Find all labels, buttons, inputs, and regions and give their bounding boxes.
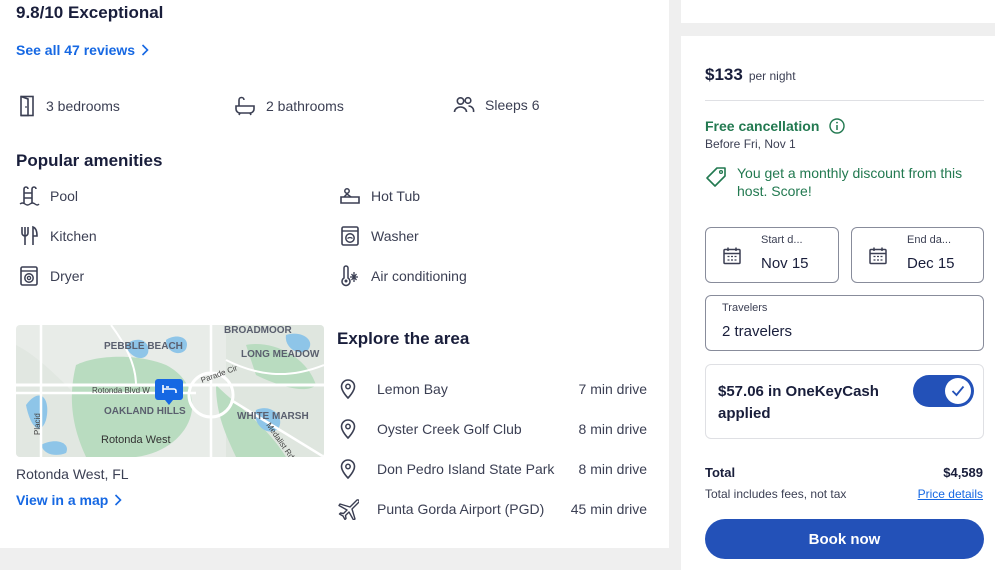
- amenity-label: Air conditioning: [371, 268, 467, 284]
- onekeycash-card: $57.06 in OneKeyCash applied: [705, 364, 984, 439]
- bathtub-icon: [235, 96, 255, 116]
- map-graphic: BROADMOOR PEBBLE BEACH LONG MEADOW Roton…: [16, 325, 324, 457]
- travelers-label: Travelers: [722, 302, 768, 314]
- free-cancellation-label: Free cancellation: [705, 118, 820, 134]
- travelers-value: 2 travelers: [722, 323, 793, 340]
- amenity-pool: Pool: [18, 185, 78, 207]
- poi-name: Don Pedro Island State Park: [377, 461, 555, 477]
- poi-name: Oyster Creek Golf Club: [377, 421, 522, 437]
- toggle-knob: [945, 378, 971, 404]
- poi-item: Punta Gorda Airport (PGD) 45 min drive: [337, 496, 647, 522]
- tag-icon: [706, 167, 726, 187]
- explore-title: Explore the area: [337, 329, 470, 348]
- location-text: Rotonda West, FL: [16, 466, 129, 482]
- poi-item: Don Pedro Island State Park 8 min drive: [337, 456, 647, 482]
- start-date-label: Start d...: [761, 234, 803, 246]
- property-facts: 3 bedrooms 2 bathrooms Sleeps 6: [16, 95, 656, 119]
- price-unit: per night: [748, 69, 796, 83]
- poi-distance: 8 min drive: [578, 461, 647, 477]
- discount-message: You get a monthly discount from this hos…: [705, 164, 975, 200]
- amenity-label: Washer: [371, 228, 419, 244]
- amenity-dryer: Dryer: [18, 265, 84, 287]
- total-value: $4,589: [943, 465, 983, 480]
- amenity-hot-tub: Hot Tub: [339, 185, 420, 207]
- book-now-button[interactable]: Book now: [705, 519, 984, 559]
- people-icon: [453, 96, 475, 113]
- start-date-field[interactable]: Start d... Nov 15: [705, 227, 839, 283]
- poi-name: Punta Gorda Airport (PGD): [377, 501, 545, 517]
- kitchen-icon: [21, 225, 38, 245]
- amenity-label: Pool: [50, 188, 79, 204]
- location-pin-icon: [340, 379, 356, 400]
- onekeycash-toggle[interactable]: [913, 375, 974, 407]
- map-label: BROADMOOR: [224, 325, 293, 336]
- price-details-link[interactable]: Price details: [918, 487, 983, 501]
- location-pin-icon: [340, 459, 356, 480]
- washer-icon: [341, 226, 359, 246]
- door-icon: [20, 95, 34, 117]
- cancellation-deadline: Before Fri, Nov 1: [705, 137, 796, 151]
- travelers-field[interactable]: Travelers 2 travelers: [705, 295, 984, 351]
- chevron-right-icon: [115, 494, 122, 506]
- chevron-right-icon: [142, 44, 149, 56]
- end-date-value: Dec 15: [907, 255, 955, 272]
- booking-panel: $133 per night Free cancellation Before …: [681, 36, 995, 570]
- discount-text: You get a monthly discount from this hos…: [737, 165, 963, 199]
- poi-distance: 7 min drive: [578, 381, 647, 397]
- fact-label: 2 bathrooms: [266, 98, 344, 114]
- property-details-panel: 9.8/10 Exceptional See all 47 reviews 3 …: [0, 0, 669, 548]
- amenity-kitchen: Kitchen: [18, 225, 97, 247]
- pool-icon: [19, 186, 40, 206]
- amenity-label: Hot Tub: [371, 188, 421, 204]
- see-all-reviews-link[interactable]: See all 47 reviews: [16, 42, 149, 58]
- total-label: Total: [705, 465, 736, 480]
- reviews-link-label: See all 47 reviews: [16, 42, 136, 58]
- end-date-field[interactable]: End da... Dec 15: [851, 227, 984, 283]
- dryer-icon: [20, 266, 38, 286]
- fact-label: 3 bedrooms: [46, 98, 120, 114]
- view-in-map-link[interactable]: View in a map: [16, 492, 122, 508]
- area-map[interactable]: BROADMOOR PEBBLE BEACH LONG MEADOW Roton…: [16, 325, 324, 457]
- rating-score: 9.8/10 Exceptional: [16, 3, 164, 22]
- poi-distance: 45 min drive: [570, 501, 647, 517]
- fact-bathrooms: 2 bathrooms: [234, 95, 344, 117]
- map-label: Rotonda Blvd W: [92, 386, 150, 395]
- airplane-icon: [338, 499, 359, 520]
- divider: [705, 100, 984, 101]
- poi-name: Lemon Bay: [377, 381, 448, 397]
- map-label: PEBBLE BEACH: [104, 341, 183, 352]
- checkmark-icon: [951, 385, 965, 397]
- map-label: Placid: [33, 413, 42, 435]
- info-icon[interactable]: [829, 118, 846, 134]
- calendar-icon: [723, 247, 741, 265]
- amenities-title: Popular amenities: [16, 151, 163, 170]
- onekeycash-text: $57.06 in OneKeyCash applied: [718, 383, 879, 422]
- amenity-label: Dryer: [50, 268, 85, 284]
- map-label: LONG MEADOW: [241, 349, 320, 360]
- free-cancellation: Free cancellation: [705, 118, 846, 134]
- start-date-value: Nov 15: [761, 255, 809, 272]
- total-note: Total includes fees, not tax: [705, 487, 847, 501]
- map-label: Rotonda West: [101, 434, 171, 446]
- poi-item: Oyster Creek Golf Club 8 min drive: [337, 416, 647, 442]
- price-amount: $133: [705, 65, 743, 84]
- right-top-card: [681, 0, 995, 23]
- amenity-label: Kitchen: [50, 228, 97, 244]
- poi-item: Lemon Bay 7 min drive: [337, 376, 647, 402]
- poi-distance: 8 min drive: [578, 421, 647, 437]
- nightly-price: $133 per night: [705, 65, 796, 85]
- map-label: WHITE MARSH: [237, 411, 309, 422]
- end-date-label: End da...: [907, 234, 952, 246]
- location-pin-icon: [340, 419, 356, 440]
- air-conditioning-icon: [341, 265, 358, 287]
- fact-bedrooms: 3 bedrooms: [18, 95, 120, 117]
- map-label: OAKLAND HILLS: [104, 406, 186, 417]
- fact-sleeps: Sleeps 6: [453, 95, 539, 115]
- amenity-air-conditioning: Air conditioning: [339, 265, 467, 287]
- hot-tub-icon: [340, 188, 360, 204]
- view-map-label: View in a map: [16, 492, 109, 508]
- fact-label: Sleeps 6: [485, 97, 540, 113]
- amenity-washer: Washer: [339, 225, 419, 247]
- calendar-icon: [869, 247, 887, 265]
